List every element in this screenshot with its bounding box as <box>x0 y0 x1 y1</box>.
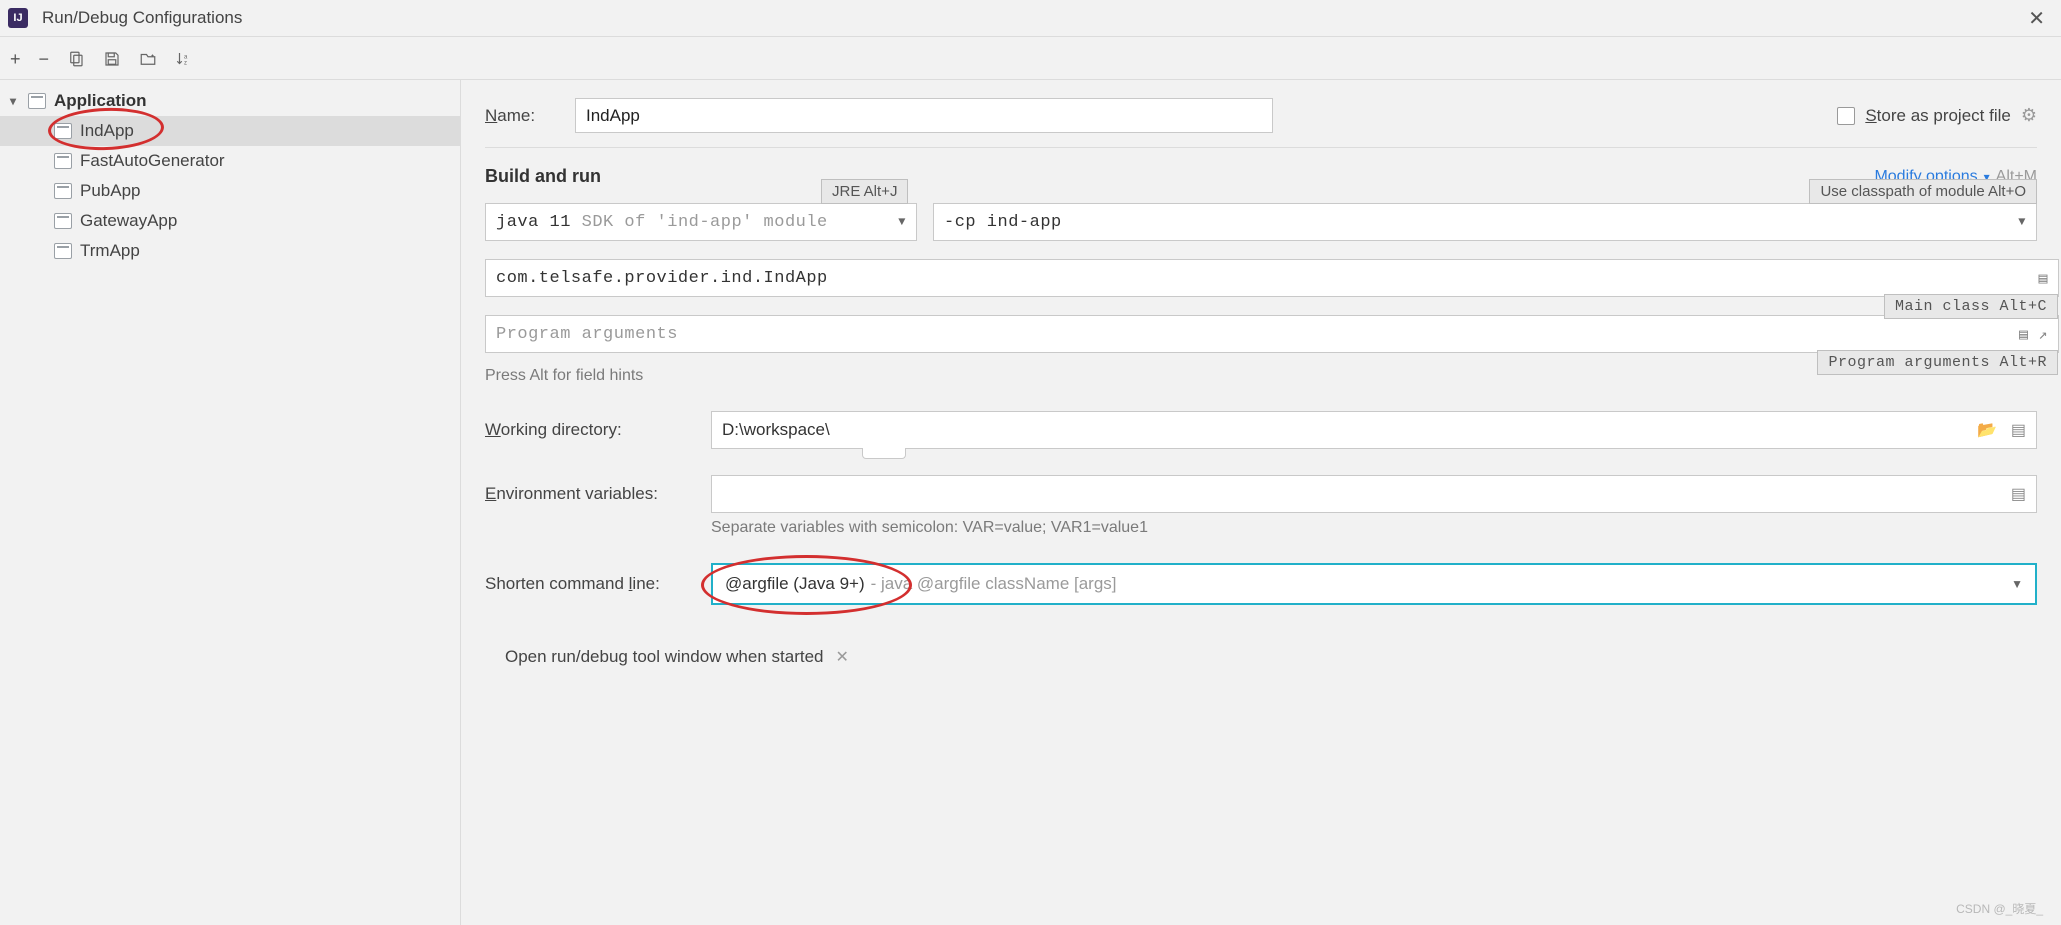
toolbar: + − az <box>0 37 2061 80</box>
run-config-icon <box>54 123 72 139</box>
tree-item-label: IndApp <box>80 121 134 141</box>
shorten-cmd-value: @argfile (Java 9+) <box>725 574 865 594</box>
main-class-hint: Main class Alt+C <box>1884 294 2058 319</box>
watermark: CSDN @_晓夏_ <box>1956 900 2043 917</box>
tree-item-gatewayapp[interactable]: GatewayApp <box>0 206 460 236</box>
sort-button[interactable]: az <box>175 50 193 68</box>
open-tool-window-label: Open run/debug tool window when started <box>505 647 823 667</box>
shorten-cmd-label: Shorten command line: <box>485 574 691 594</box>
tree-item-pubapp[interactable]: PubApp <box>0 176 460 206</box>
jre-select[interactable]: java 11 SDK of 'ind-app' module ▼ <box>485 203 917 241</box>
name-input[interactable] <box>575 98 1273 133</box>
shorten-cmd-desc: - java @argfile className [args] <box>871 574 1117 594</box>
gear-icon[interactable]: ⚙ <box>2021 105 2037 126</box>
list-icon[interactable]: ▤ <box>2019 325 2029 344</box>
list-icon[interactable]: ▤ <box>2011 484 2026 504</box>
remove-config-button[interactable]: − <box>39 50 50 68</box>
config-form: Name: Store as project file ⚙ Build and … <box>461 80 2061 925</box>
copy-config-button[interactable] <box>67 50 85 68</box>
add-config-button[interactable]: + <box>10 50 21 68</box>
run-config-icon <box>54 153 72 169</box>
tree-item-label: GatewayApp <box>80 211 177 231</box>
working-dir-field[interactable]: D:\workspace\ 📂 ▤ <box>711 411 2037 449</box>
run-config-icon <box>54 213 72 229</box>
application-type-icon <box>28 93 46 109</box>
env-vars-hint: Separate variables with semicolon: VAR=v… <box>711 519 2037 537</box>
tree-root-application[interactable]: ▾ Application <box>0 86 460 116</box>
chevron-down-icon: ▾ <box>10 94 24 108</box>
list-icon[interactable]: ▤ <box>2038 269 2048 288</box>
store-as-project-file-checkbox[interactable] <box>1837 107 1855 125</box>
main-class-field[interactable]: com.telsafe.provider.ind.IndApp ▤ Main c… <box>485 259 2059 297</box>
classpath-select[interactable]: -cp ind-app ▼ <box>933 203 2037 241</box>
main: ▾ Application IndApp FastAutoGenerator P… <box>0 80 2061 925</box>
svg-text:z: z <box>184 60 187 66</box>
env-vars-field[interactable]: ▤ <box>711 475 2037 513</box>
working-dir-label: Working directory: <box>485 420 691 440</box>
tree-root-label: Application <box>54 91 147 111</box>
tree-item-label: TrmApp <box>80 241 140 261</box>
env-vars-label: Environment variables: <box>485 484 691 504</box>
remove-open-option-button[interactable]: ✕ <box>835 647 848 667</box>
expand-icon[interactable]: ↗ <box>2038 325 2048 344</box>
chevron-down-icon: ▼ <box>2011 577 2023 591</box>
tree-item-label: FastAutoGenerator <box>80 151 225 171</box>
chevron-down-icon: ▼ <box>898 215 906 229</box>
list-icon[interactable]: ▤ <box>2011 420 2026 440</box>
run-config-icon <box>54 183 72 199</box>
tree-item-indapp[interactable]: IndApp <box>0 116 460 146</box>
program-args-placeholder: Program arguments <box>496 325 678 344</box>
window-title: Run/Debug Configurations <box>42 8 2020 28</box>
title-bar: IJ Run/Debug Configurations ✕ <box>0 0 2061 37</box>
store-as-project-file-label: Store as project file <box>1865 106 2011 126</box>
svg-text:a: a <box>184 54 188 60</box>
app-icon: IJ <box>8 8 28 28</box>
jre-value: java 11 SDK of 'ind-app' module <box>496 213 828 232</box>
program-args-field[interactable]: Program arguments ▤ ↗ Program arguments … <box>485 315 2059 353</box>
program-args-hint: Program arguments Alt+R <box>1817 350 2058 375</box>
working-dir-value: D:\workspace\ <box>722 420 830 440</box>
run-config-icon <box>54 243 72 259</box>
tree-item-fastautogenerator[interactable]: FastAutoGenerator <box>0 146 460 176</box>
templates-button[interactable] <box>139 50 157 68</box>
divider <box>485 147 2037 148</box>
close-button[interactable]: ✕ <box>2020 4 2053 33</box>
chevron-down-icon: ▼ <box>2018 215 2026 229</box>
alt-hint: Press Alt for field hints <box>485 367 2037 385</box>
tree-item-trmapp[interactable]: TrmApp <box>0 236 460 266</box>
folder-icon[interactable]: 📂 <box>1977 420 1997 440</box>
classpath-hint: Use classpath of module Alt+O <box>1809 179 2037 204</box>
config-tree: ▾ Application IndApp FastAutoGenerator P… <box>0 80 461 925</box>
main-class-value: com.telsafe.provider.ind.IndApp <box>496 269 828 288</box>
classpath-value: -cp ind-app <box>944 213 1062 232</box>
tree-item-label: PubApp <box>80 181 141 201</box>
field-tab-handle <box>862 448 906 459</box>
build-and-run-title: Build and run <box>485 166 601 187</box>
jre-hint: JRE Alt+J <box>821 179 908 204</box>
shorten-cmd-select[interactable]: @argfile (Java 9+) - java @argfile class… <box>711 563 2037 605</box>
name-label: Name: <box>485 106 575 126</box>
save-config-button[interactable] <box>103 50 121 68</box>
